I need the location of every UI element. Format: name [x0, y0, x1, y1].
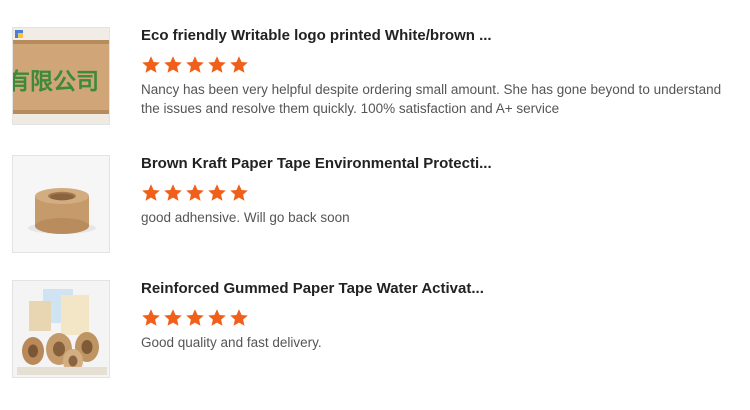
gummed-paper-tape-image — [13, 281, 109, 377]
review-item: 有限公司 Eco friendly Writable logo printed … — [12, 27, 742, 129]
star-icon — [185, 183, 205, 203]
star-rating — [141, 55, 741, 75]
review-comment: Nancy has been very helpful despite orde… — [141, 82, 722, 116]
product-thumbnail[interactable]: 有限公司 — [12, 27, 110, 125]
review-content: Eco friendly Writable logo printed White… — [141, 27, 741, 118]
star-icon — [185, 55, 205, 75]
star-icon — [207, 308, 227, 328]
star-rating — [141, 308, 741, 328]
star-rating — [141, 183, 741, 203]
product-title-link[interactable]: Eco friendly Writable logo printed White… — [141, 27, 741, 45]
review-comment: Good quality and fast delivery. — [141, 335, 322, 350]
printed-logo-text: 有限公司 — [13, 68, 99, 95]
star-icon — [163, 308, 183, 328]
star-icon — [207, 183, 227, 203]
product-thumbnail[interactable] — [12, 155, 110, 253]
star-icon — [141, 308, 161, 328]
star-icon — [229, 183, 249, 203]
star-icon — [229, 308, 249, 328]
review-item: Reinforced Gummed Paper Tape Water Activ… — [12, 280, 742, 382]
product-title-link[interactable]: Brown Kraft Paper Tape Environmental Pro… — [141, 155, 741, 173]
review-list: 有限公司 Eco friendly Writable logo printed … — [0, 0, 750, 410]
star-icon — [163, 183, 183, 203]
product-title-link[interactable]: Reinforced Gummed Paper Tape Water Activ… — [141, 280, 741, 298]
brown-kraft-tape-image — [13, 156, 109, 252]
star-icon — [207, 55, 227, 75]
review-item: Brown Kraft Paper Tape Environmental Pro… — [12, 155, 742, 257]
review-content: Reinforced Gummed Paper Tape Water Activ… — [141, 280, 741, 353]
review-content: Brown Kraft Paper Tape Environmental Pro… — [141, 155, 741, 228]
star-icon — [163, 55, 183, 75]
star-icon — [141, 55, 161, 75]
review-comment: good adhensive. Will go back soon — [141, 210, 350, 225]
product-thumbnail[interactable] — [12, 280, 110, 378]
kraft-tape-roll-image: 有限公司 — [13, 28, 109, 124]
star-icon — [185, 308, 205, 328]
star-icon — [229, 55, 249, 75]
star-icon — [141, 183, 161, 203]
